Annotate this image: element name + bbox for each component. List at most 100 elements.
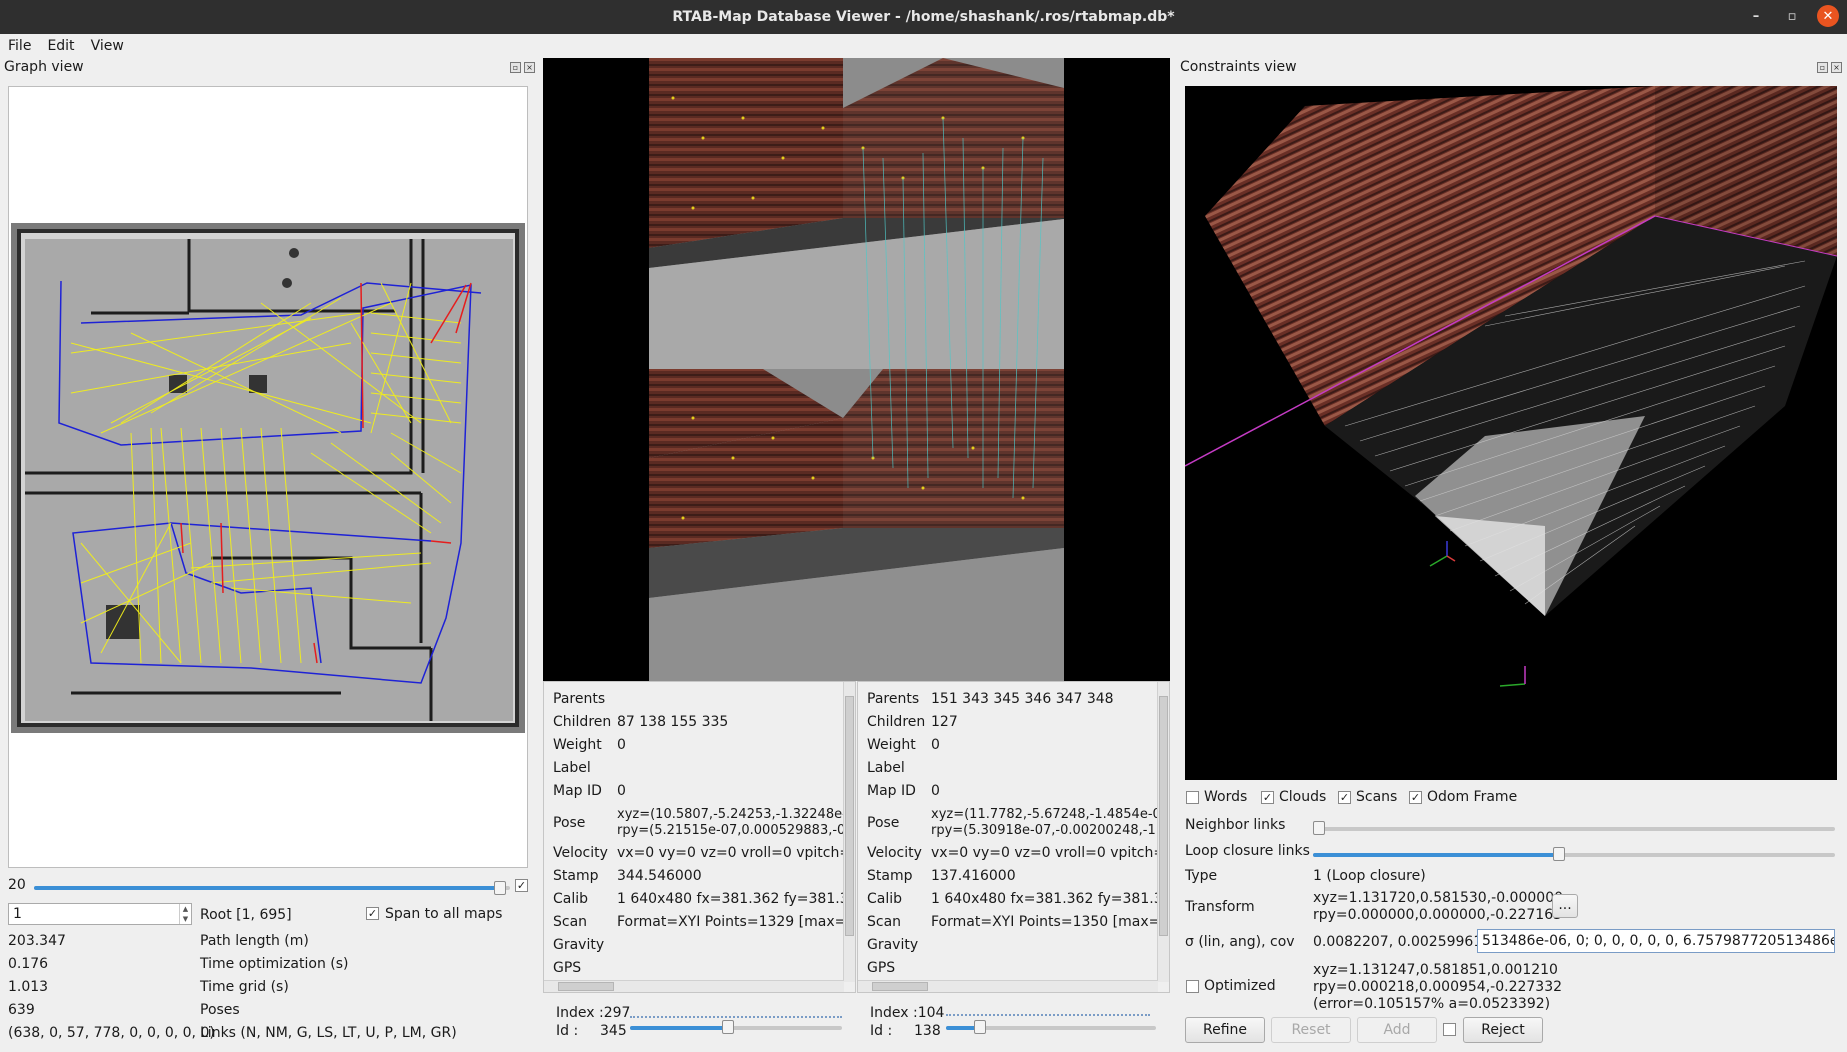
menu-view[interactable]: View — [91, 38, 124, 54]
words-checkbox[interactable] — [1186, 791, 1199, 804]
right-index-slider[interactable] — [946, 1014, 1150, 1017]
info-value: 151 343 345 346 347 348 — [931, 691, 1114, 707]
horizontal-scrollbar[interactable] — [858, 980, 1158, 992]
info-value: Format=XYI Points=1329 [max=1 — [617, 914, 856, 930]
info-key: Map ID — [867, 783, 916, 799]
graph-canvas[interactable] — [8, 86, 528, 868]
image-pair-view[interactable] — [543, 58, 1170, 681]
menu-file[interactable]: File — [8, 38, 31, 54]
menu-edit[interactable]: Edit — [47, 38, 74, 54]
stat-label: Time optimization (s) — [200, 956, 349, 972]
loop-closure-slider-fill — [1313, 853, 1559, 857]
add-checkbox[interactable] — [1443, 1023, 1456, 1036]
stat-label: Time grid (s) — [200, 979, 289, 995]
maximize-icon[interactable]: ▫ — [1781, 5, 1803, 27]
info-key: Calib — [867, 891, 903, 907]
info-key: Weight — [553, 737, 602, 753]
point-cloud-render — [1184, 86, 1838, 687]
transform-edit-button[interactable]: ... — [1552, 894, 1578, 918]
info-key: Gravity — [867, 937, 919, 953]
right-id-label: Id : — [870, 1023, 893, 1039]
scans-label: Scans — [1356, 789, 1398, 805]
info-key: Gravity — [553, 937, 605, 953]
scans-checkbox[interactable]: ✓ — [1338, 791, 1351, 804]
graph-slider-handle[interactable] — [494, 881, 506, 895]
root-spin-value: 1 — [13, 906, 22, 922]
float-icon[interactable]: ▫ — [1817, 62, 1828, 73]
graph-view-dock-buttons: ▫ × — [510, 62, 535, 73]
info-key: Scan — [553, 914, 588, 930]
reset-button[interactable]: Reset — [1271, 1017, 1351, 1043]
constraints-dock-buttons: ▫ × — [1817, 62, 1842, 73]
minimize-icon[interactable]: – — [1745, 5, 1767, 27]
transform-label: Transform — [1185, 899, 1255, 915]
horizontal-scrollbar[interactable] — [544, 980, 844, 992]
stat-value: 639 — [8, 1002, 35, 1018]
info-value: 1 640x480 fx=381.362 fy=381.362 — [931, 891, 1170, 907]
type-value: 1 (Loop closure) — [1313, 868, 1426, 884]
vertical-scrollbar[interactable] — [1157, 682, 1169, 982]
graph-slider-value: 20 — [8, 877, 26, 893]
left-node-info: Parents Children 87 138 155 335 Weight 0 L… — [543, 681, 856, 993]
info-value: xyz=(10.5807,-5.24253,-1.32248e- rpy=(5.… — [617, 807, 847, 838]
left-id-slider-handle[interactable] — [722, 1020, 734, 1034]
info-value: 87 138 155 335 — [617, 714, 729, 730]
covariance-field[interactable]: 513486e-06, 0; 0, 0, 0, 0, 0, 6.75798772… — [1477, 929, 1835, 953]
info-value: xyz=(11.7782,-5.67248,-1.4854e-0 rpy=(5.… — [931, 807, 1161, 838]
left-id-value: 345 — [600, 1023, 627, 1039]
graph-slider-fill — [34, 886, 504, 890]
menubar: File Edit View — [0, 34, 1847, 58]
close-icon[interactable]: × — [524, 62, 535, 73]
info-key: Children — [553, 714, 612, 730]
info-key: GPS — [867, 960, 896, 976]
neighbor-links-slider-track[interactable] — [1313, 827, 1835, 831]
stat-label: Poses — [200, 1002, 240, 1018]
info-value: 137.416000 — [931, 868, 1016, 884]
scrollbar-thumb[interactable] — [845, 696, 854, 936]
clouds-checkbox[interactable]: ✓ — [1261, 791, 1274, 804]
vertical-scrollbar[interactable] — [843, 682, 855, 982]
span-checkbox[interactable]: ✓ — [366, 907, 379, 920]
loop-closure-slider-handle[interactable] — [1553, 847, 1565, 861]
info-key: Velocity — [553, 845, 608, 861]
info-value: 0 — [931, 783, 940, 799]
reject-button[interactable]: Reject — [1463, 1017, 1543, 1043]
info-key: Pose — [553, 815, 586, 831]
left-index-slider[interactable] — [630, 1016, 842, 1019]
window-titlebar: RTAB-Map Database Viewer - /home/shashan… — [0, 0, 1847, 34]
add-button[interactable]: Add — [1357, 1017, 1437, 1043]
spin-arrows-icon[interactable]: ▲ ▼ — [179, 904, 191, 924]
root-spinbox[interactable]: 1 ▲ ▼ — [8, 903, 192, 925]
scrollbar-thumb[interactable] — [1159, 696, 1168, 936]
scrollbar-thumb[interactable] — [872, 982, 928, 991]
info-key: Calib — [553, 891, 589, 907]
transform-value: xyz=1.131720,0.581530,-0.000000 rpy=0.00… — [1313, 890, 1564, 923]
optimized-label: Optimized — [1204, 978, 1276, 994]
optimized-checkbox[interactable] — [1186, 980, 1199, 993]
float-icon[interactable]: ▫ — [510, 62, 521, 73]
root-label: Root [1, 695] — [200, 907, 292, 923]
refine-button[interactable]: Refine — [1185, 1017, 1265, 1043]
graph-slider-checkbox[interactable]: ✓ — [515, 879, 528, 892]
odom-frame-label: Odom Frame — [1427, 789, 1518, 805]
scrollbar-thumb[interactable] — [558, 982, 614, 991]
odom-frame-checkbox[interactable]: ✓ — [1409, 791, 1422, 804]
info-key: GPS — [553, 960, 582, 976]
info-key: Pose — [867, 815, 900, 831]
right-id-slider-handle[interactable] — [974, 1020, 986, 1034]
stat-label: Links (N, NM, G, LS, LT, U, P, LM, GR) — [200, 1025, 457, 1041]
info-key: Label — [867, 760, 905, 776]
graph-view-title: Graph view — [4, 59, 84, 75]
loop-closure-links-label: Loop closure links — [1185, 843, 1310, 859]
camera-images — [649, 58, 1064, 681]
sigma-value: 0.0082207, 0.00259961 — [1313, 934, 1483, 950]
neighbor-links-slider-handle[interactable] — [1313, 821, 1325, 835]
info-value: Format=XYI Points=1350 [max=1 — [931, 914, 1170, 930]
clouds-label: Clouds — [1279, 789, 1327, 805]
constraints-3d-view[interactable] — [1184, 86, 1838, 780]
close-icon[interactable]: ✕ — [1817, 5, 1839, 27]
close-icon[interactable]: × — [1831, 62, 1842, 73]
stat-value: (638, 0, 57, 778, 0, 0, 0, 0, 0) — [8, 1025, 215, 1041]
info-key: Children — [867, 714, 926, 730]
stat-label: Path length (m) — [200, 933, 309, 949]
